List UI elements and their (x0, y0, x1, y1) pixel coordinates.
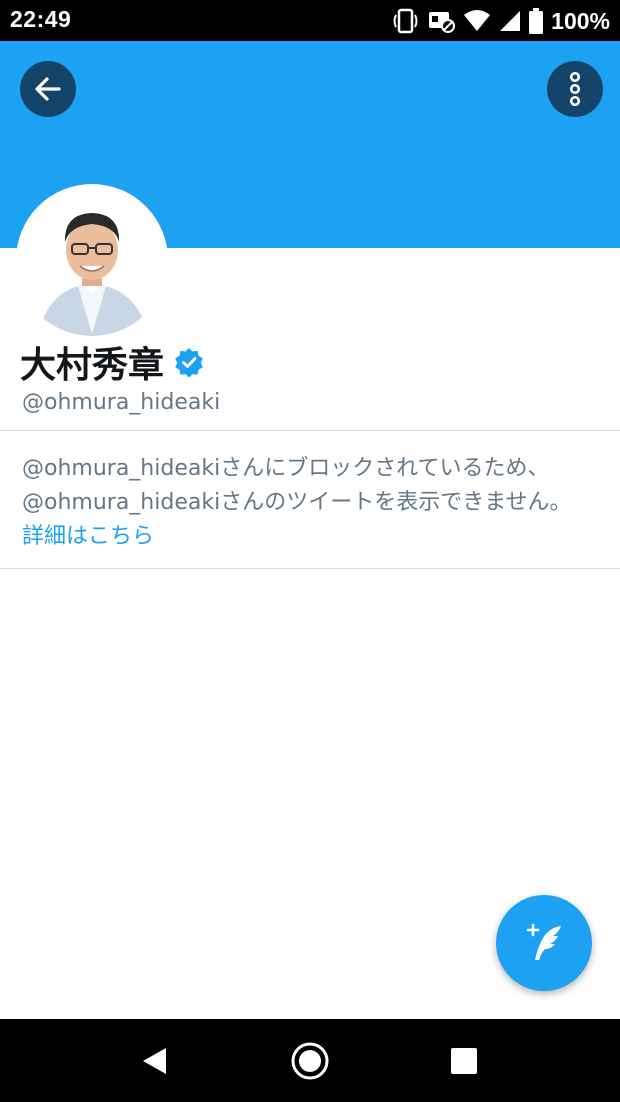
profile-name-row: 大村秀章 (20, 336, 204, 388)
wifi-icon (464, 10, 491, 31)
nav-home-button[interactable] (270, 1019, 350, 1102)
profile-name: 大村秀章 (20, 345, 165, 386)
nfc-icon (393, 8, 418, 34)
block-notice-line2: @ohmura_hideakiさんのツイートを表示できません。 (22, 490, 572, 515)
block-notice-line1: @ohmura_hideakiさんにブロックされているため、 (22, 456, 550, 481)
arrow-left-icon (35, 77, 61, 101)
status-bar: 22:49 100% (0, 0, 620, 41)
nav-recents-button[interactable] (424, 1019, 504, 1102)
back-button[interactable] (20, 61, 76, 117)
divider-bottom (0, 568, 620, 569)
avatar[interactable] (16, 184, 168, 336)
cast-off-icon (429, 12, 456, 33)
battery-icon (529, 8, 544, 34)
status-icons: 100% (393, 6, 610, 36)
nav-back-icon (143, 1047, 166, 1074)
battery-percent: 100% (551, 7, 610, 34)
nav-back-button[interactable] (114, 1019, 194, 1102)
nav-home-icon (291, 1042, 329, 1079)
status-time: 22:49 (10, 6, 72, 32)
learn-more-link[interactable]: 詳細はこちら (22, 520, 612, 554)
divider-top (0, 430, 620, 431)
block-notice: @ohmura_hideakiさんにブロックされているため、 @ohmura_h… (22, 452, 612, 554)
system-nav-bar (0, 1019, 620, 1102)
avatar-photo (20, 188, 164, 336)
compose-feather-icon (526, 923, 561, 960)
profile-handle: @ohmura_hideaki (22, 390, 221, 415)
more-options-button[interactable] (547, 61, 603, 117)
verified-badge-icon (175, 348, 203, 377)
more-vertical-icon (569, 72, 581, 106)
nav-recents-icon (451, 1047, 477, 1074)
signal-icon (500, 11, 521, 31)
compose-tweet-button[interactable] (496, 895, 592, 991)
